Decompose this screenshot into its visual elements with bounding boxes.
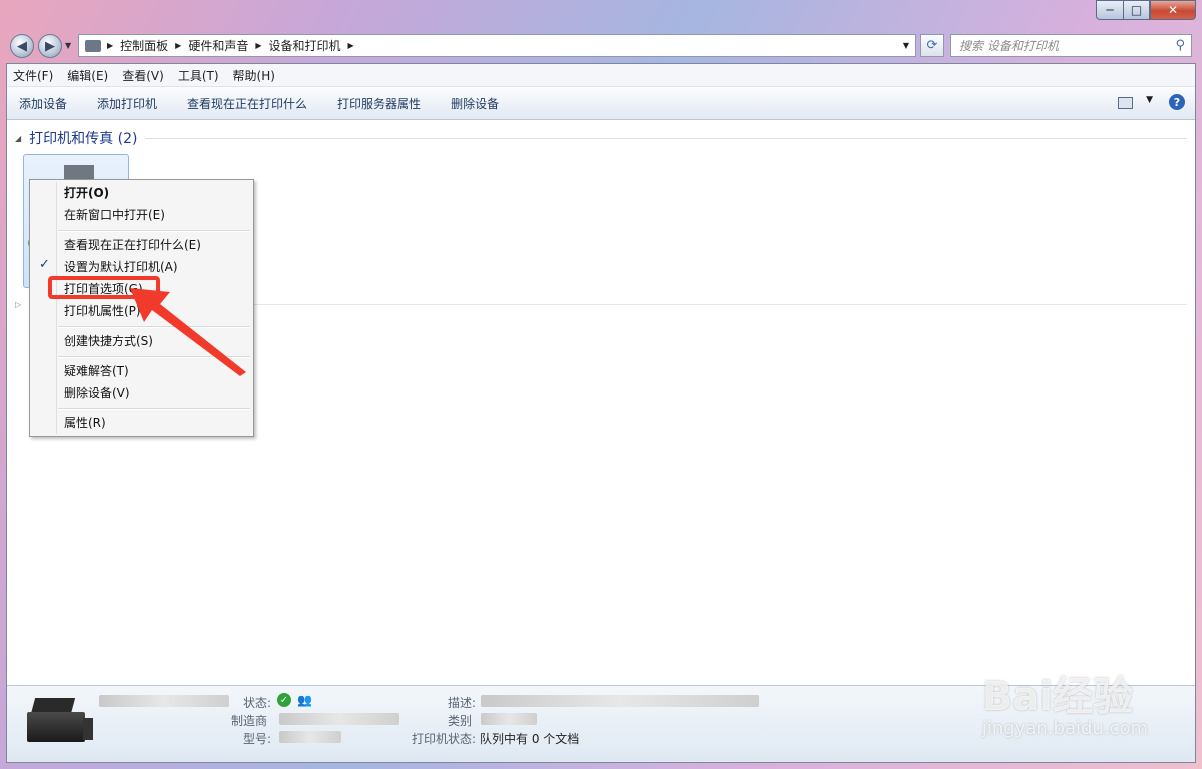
menu-item-see-printing[interactable]: 查看现在正在打印什么(E): [64, 235, 201, 255]
menu-separator: [58, 408, 250, 410]
description-label: 描述:: [448, 696, 477, 710]
menu-help[interactable]: 帮助(H): [233, 67, 275, 84]
minimize-button[interactable]: ─: [1096, 0, 1123, 20]
add-printer-button[interactable]: 添加打印机: [97, 95, 157, 112]
checkmark-icon: ✓: [39, 257, 50, 272]
crumb-hardware-sound[interactable]: 硬件和声音: [188, 37, 248, 54]
redacted-model: [279, 731, 341, 743]
printer-icon: [27, 698, 93, 750]
users-icon: 👥: [297, 693, 312, 707]
menu-tools[interactable]: 工具(T): [178, 67, 219, 84]
group-divider: [145, 137, 1187, 139]
group-title: 打印机和传真 (2): [29, 131, 138, 147]
redacted-manufacturer: [279, 713, 399, 725]
crumb-separator[interactable]: ▶: [348, 41, 354, 50]
search-input[interactable]: 搜索 设备和打印机 ⚲: [950, 34, 1192, 57]
group-header-printers[interactable]: ◢ 打印机和传真 (2): [15, 128, 1187, 148]
watermark-brand: Bai经验: [981, 674, 1134, 720]
watermark-url: jingyan.baidu.com: [981, 718, 1148, 739]
menu-file[interactable]: 文件(F): [13, 67, 53, 84]
address-bar[interactable]: ▶ 控制面板 ▶ 硬件和声音 ▶ 设备和打印机 ▶ ▼: [78, 34, 916, 57]
back-arrow-icon[interactable]: ◀: [10, 34, 34, 58]
menu-item-printer-properties[interactable]: 打印机属性(P): [64, 301, 141, 321]
manufacturer-label: 制造商: [231, 714, 268, 728]
redacted-printer-name: [99, 695, 229, 707]
print-server-properties-button[interactable]: 打印服务器属性: [337, 95, 421, 112]
menu-item-open-new-window[interactable]: 在新窗口中打开(E): [64, 205, 165, 225]
status-ok-icon: ✓: [277, 693, 291, 707]
see-printing-button[interactable]: 查看现在正在打印什么: [187, 95, 307, 112]
menu-separator: [58, 326, 250, 328]
forward-arrow-icon[interactable]: ▶: [38, 34, 62, 58]
help-icon[interactable]: ?: [1169, 94, 1185, 110]
menu-separator: [58, 356, 250, 358]
add-device-button[interactable]: 添加设备: [19, 95, 67, 112]
recent-pages-dropdown[interactable]: ▼: [65, 41, 71, 50]
menu-item-create-shortcut[interactable]: 创建快捷方式(S): [64, 331, 153, 351]
printer-status-value: 队列中有 0 个文档: [480, 732, 580, 746]
collapse-icon[interactable]: ◢: [15, 134, 21, 143]
menu-item-remove-device[interactable]: 删除设备(V): [64, 383, 130, 403]
status-label: 状态:: [243, 696, 272, 710]
search-placeholder: 搜索 设备和打印机: [959, 39, 1059, 53]
menu-gutter: [56, 182, 57, 434]
menu-item-open[interactable]: 打开(O): [64, 183, 109, 203]
redacted-description: [481, 695, 759, 707]
folder-icon: [85, 39, 101, 52]
menu-bar: 文件(F) 编辑(E) 查看(V) 工具(T) 帮助(H): [7, 64, 1195, 87]
remove-device-button[interactable]: 删除设备: [451, 95, 499, 112]
menu-separator: [58, 230, 250, 232]
crumb-devices-printers[interactable]: 设备和打印机: [269, 37, 341, 54]
view-dropdown[interactable]: ▼: [1146, 95, 1153, 105]
context-menu: 打开(O) 在新窗口中打开(E) 查看现在正在打印什么(E) ✓ 设置为默认打印…: [29, 179, 254, 437]
redacted-category: [481, 713, 537, 725]
annotation-highlight-box: [48, 276, 160, 299]
category-label: 类别: [448, 714, 473, 728]
crumb-separator[interactable]: ▶: [107, 41, 113, 50]
expand-icon[interactable]: ▷: [15, 300, 21, 309]
model-label: 型号:: [243, 732, 272, 746]
maximize-button[interactable]: □: [1123, 0, 1150, 20]
crumb-separator[interactable]: ▶: [255, 41, 261, 50]
caption-buttons: ─ □ ✕: [1096, 0, 1196, 20]
close-button[interactable]: ✕: [1150, 0, 1196, 20]
watermark-logo: Bai经验 jingyan.baidu.com: [982, 664, 1148, 739]
menu-item-properties[interactable]: 属性(R): [64, 413, 106, 433]
printer-status-label: 打印机状态:: [412, 732, 477, 746]
menu-edit[interactable]: 编辑(E): [67, 67, 108, 84]
menu-item-troubleshoot[interactable]: 疑难解答(T): [64, 361, 129, 381]
command-bar: 添加设备 添加打印机 查看现在正在打印什么 打印服务器属性 删除设备 ▼ ?: [7, 87, 1195, 120]
group-divider: [249, 304, 1187, 305]
crumb-control-panel[interactable]: 控制面板: [120, 37, 168, 54]
address-row: ◀ ▶ ▼ ▶ 控制面板 ▶ 硬件和声音 ▶ 设备和打印机 ▶ ▼ ⟳ 搜索 设…: [6, 32, 1196, 60]
menu-view[interactable]: 查看(V): [122, 67, 164, 84]
menu-item-set-default[interactable]: 设置为默认打印机(A): [64, 257, 178, 277]
search-icon[interactable]: ⚲: [1175, 38, 1185, 53]
crumb-separator[interactable]: ▶: [175, 41, 181, 50]
change-view-icon[interactable]: [1118, 97, 1133, 109]
address-dropdown[interactable]: ▼: [897, 41, 915, 50]
refresh-icon[interactable]: ⟳: [920, 34, 944, 57]
